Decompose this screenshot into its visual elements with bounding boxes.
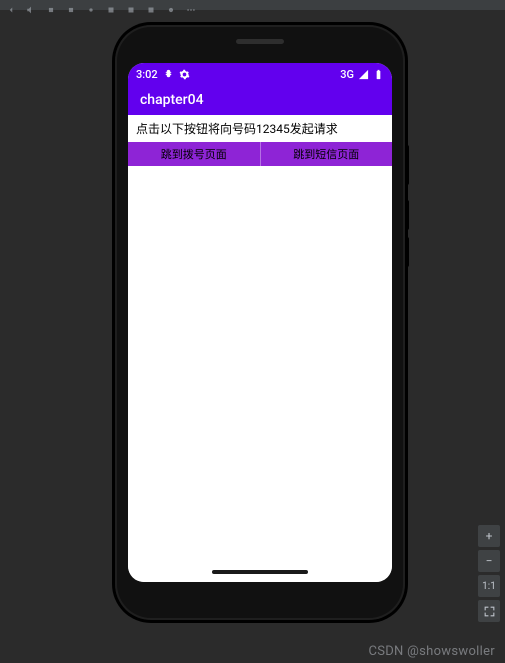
ide-toolbar xyxy=(0,0,505,10)
zoom-out-button[interactable]: − xyxy=(478,550,500,572)
rotate-left-icon[interactable] xyxy=(46,0,56,10)
back-icon[interactable] xyxy=(6,0,16,10)
power-button[interactable] xyxy=(405,145,409,185)
phone-screen: 3:02 3G chapter04 点击以下按钮将向号码12345发起请求 跳到… xyxy=(128,63,392,582)
earpiece xyxy=(236,39,284,44)
sms-button[interactable]: 跳到短信页面 xyxy=(261,142,393,166)
screenshot-icon[interactable] xyxy=(86,0,96,10)
generic-tool-icon[interactable] xyxy=(106,0,116,10)
button-row: 跳到拨号页面 跳到短信页面 xyxy=(128,142,392,166)
phone-frame: 3:02 3G chapter04 点击以下按钮将向号码12345发起请求 跳到… xyxy=(115,25,405,620)
generic-tool-icon[interactable] xyxy=(126,0,136,10)
volume-up-button[interactable] xyxy=(405,200,409,230)
clock-text: 3:02 xyxy=(136,68,158,81)
watermark: CSDN @showswoller xyxy=(368,644,495,659)
app-bar: chapter04 xyxy=(128,85,392,115)
volume-icon[interactable] xyxy=(26,0,36,10)
content-area xyxy=(128,166,392,582)
settings-icon xyxy=(179,69,190,80)
zoom-fit-button[interactable] xyxy=(478,600,500,622)
debug-icon xyxy=(163,69,174,80)
battery-icon xyxy=(373,69,384,80)
zoom-in-button[interactable]: + xyxy=(478,525,500,547)
dial-button[interactable]: 跳到拨号页面 xyxy=(128,142,261,166)
zoom-1to1-label: 1:1 xyxy=(482,581,496,592)
description-text: 点击以下按钮将向号码12345发起请求 xyxy=(128,115,392,142)
zoom-1to1-button[interactable]: 1:1 xyxy=(478,575,500,597)
signal-icon xyxy=(358,69,369,80)
generic-tool-icon[interactable] xyxy=(146,0,156,10)
more-icon[interactable] xyxy=(186,0,196,10)
status-right: 3G xyxy=(340,68,384,81)
zoom-out-label: − xyxy=(486,554,493,568)
app-title: chapter04 xyxy=(140,92,204,108)
zoom-in-label: + xyxy=(486,529,493,543)
sms-button-label: 跳到短信页面 xyxy=(293,146,359,162)
status-left: 3:02 xyxy=(136,68,190,81)
status-bar: 3:02 3G xyxy=(128,63,392,85)
dial-button-label: 跳到拨号页面 xyxy=(161,146,227,162)
rotate-right-icon[interactable] xyxy=(66,0,76,10)
emulator-zoom-controls: + − 1:1 xyxy=(478,525,502,622)
fit-screen-icon xyxy=(483,605,496,618)
volume-down-button[interactable] xyxy=(405,237,409,267)
home-indicator[interactable] xyxy=(212,570,308,574)
generic-tool-icon[interactable] xyxy=(166,0,176,10)
network-type: 3G xyxy=(340,68,354,81)
